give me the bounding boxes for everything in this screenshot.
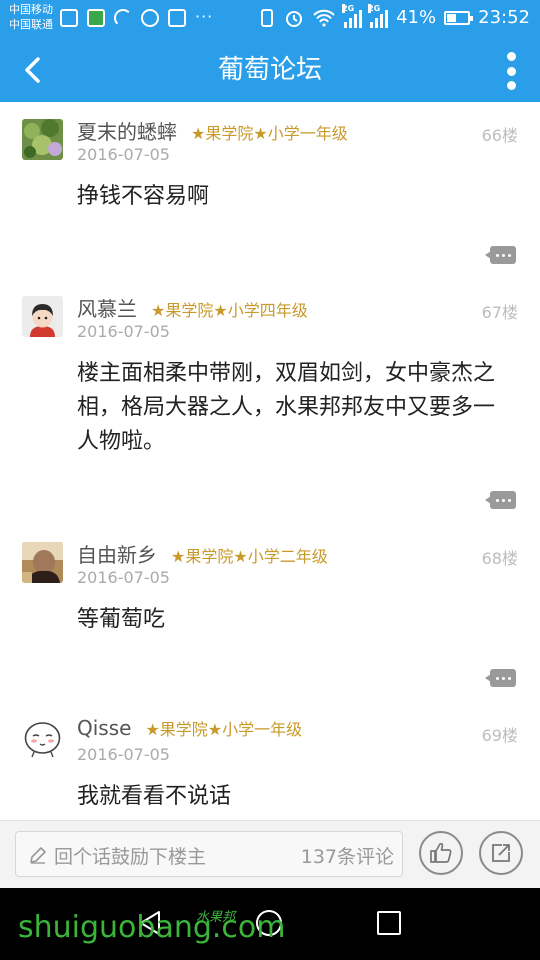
vibrate-icon — [261, 8, 274, 27]
avatar[interactable] — [22, 542, 63, 583]
nav-recents-icon[interactable] — [377, 911, 401, 935]
battery-percent: 41% — [396, 7, 437, 28]
comment-content: 我就看看不说话 — [77, 784, 232, 809]
search-icon — [141, 9, 159, 27]
battery-icon — [444, 10, 474, 25]
floor-number: 69楼 — [481, 726, 518, 745]
chat-icon — [168, 9, 186, 27]
gallery-icon — [60, 9, 78, 27]
comment-input[interactable]: 回个话鼓励下楼主 137条评论 — [15, 831, 403, 877]
post-date: 2016-07-05 — [77, 145, 170, 164]
author-rank: ★果学院★小学一年级 — [191, 124, 348, 143]
comment-item: 夏末的蟋蟀 ★果学院★小学一年级 66楼 2016-07-05 挣钱不容易啊 — [0, 102, 540, 279]
comment-content: 楼主面相柔中带刚，双眉如剑，女中豪杰之相，格局大器之人，水果邦邦友中又要多一人物… — [77, 361, 496, 454]
reply-icon[interactable] — [485, 669, 516, 687]
post-date: 2016-07-05 — [77, 322, 170, 341]
avatar[interactable] — [22, 719, 63, 760]
post-date: 2016-07-05 — [77, 568, 170, 587]
reply-icon[interactable] — [485, 491, 516, 509]
floor-number: 68楼 — [481, 549, 518, 568]
comment-placeholder: 回个话鼓励下楼主 — [54, 846, 207, 868]
comment-content: 挣钱不容易啊 — [77, 184, 210, 209]
battery-fill — [447, 13, 457, 22]
author-rank: ★果学院★小学四年级 — [151, 301, 308, 320]
share-button[interactable] — [479, 831, 523, 875]
comment-content: 等葡萄吃 — [77, 607, 166, 632]
author-row: 夏末的蟋蟀 ★果学院★小学一年级 — [77, 116, 348, 145]
app-notification-icon — [87, 9, 105, 27]
more-options-icon[interactable] — [506, 52, 516, 90]
comment-bar: 回个话鼓励下楼主 137条评论 — [0, 820, 540, 889]
notification-icons: ··· — [60, 9, 213, 27]
share-icon — [492, 844, 510, 862]
author-rank: ★果学院★小学二年级 — [171, 547, 328, 566]
comment-item: 自由新乡 ★果学院★小学二年级 68楼 2016-07-05 等葡萄吃 — [0, 525, 540, 702]
avatar[interactable] — [22, 296, 63, 337]
comment-item: Qisse ★果学院★小学一年级 69楼 2016-07-05 我就看看不说话 — [0, 702, 540, 820]
author-row: 风慕兰 ★果学院★小学四年级 — [77, 293, 308, 322]
network-type-1: 2G — [342, 3, 355, 13]
floor-number: 67楼 — [481, 303, 518, 322]
author-rank: ★果学院★小学一年级 — [145, 720, 303, 739]
author-name[interactable]: 风慕兰 — [77, 293, 137, 322]
watermark-chinese: 水果邦 — [196, 910, 236, 925]
system-nav-bar: shuiguobang.com 水果邦 — [0, 888, 540, 960]
app-bar: 葡萄论坛 — [0, 38, 540, 102]
avatar[interactable] — [22, 119, 63, 160]
system-status: 2G 2G 41% 23:52 — [258, 3, 530, 28]
watermark: shuiguobang.com — [18, 910, 286, 945]
like-button[interactable] — [419, 831, 463, 875]
author-name[interactable]: 夏末的蟋蟀 — [77, 116, 177, 145]
author-row: 自由新乡 ★果学院★小学二年级 — [77, 539, 328, 568]
signal-icon-2: 2G — [368, 3, 389, 28]
network-type-2: 2G — [368, 3, 381, 13]
carrier-info: 中国移动 中国联通 — [9, 2, 53, 32]
alarm-icon — [286, 10, 303, 27]
thumbs-up-icon — [430, 842, 452, 863]
carrier-1: 中国移动 — [9, 3, 53, 16]
pencil-icon — [30, 847, 46, 864]
comment-count[interactable]: 137条评论 — [301, 842, 394, 869]
reply-icon[interactable] — [485, 246, 516, 264]
comment-item: 风慕兰 ★果学院★小学四年级 67楼 2016-07-05 楼主面相柔中带刚，双… — [0, 279, 540, 525]
author-name[interactable]: 自由新乡 — [77, 539, 157, 568]
author-name[interactable]: Qisse — [77, 716, 131, 740]
floor-number: 66楼 — [481, 126, 518, 145]
moon-icon — [114, 9, 132, 27]
page-title: 葡萄论坛 — [217, 55, 322, 85]
signal-icon-1: 2G — [342, 3, 363, 28]
comment-list[interactable]: 夏末的蟋蟀 ★果学院★小学一年级 66楼 2016-07-05 挣钱不容易啊 风… — [0, 102, 540, 820]
clock: 23:52 — [478, 7, 530, 28]
carrier-2: 中国联通 — [9, 18, 53, 31]
more-notifications-icon: ··· — [195, 7, 214, 26]
post-date: 2016-07-05 — [77, 745, 170, 764]
wifi-icon — [313, 9, 335, 27]
status-bar: 中国移动 中国联通 ··· 2G 2G 41% 23:52 — [0, 0, 540, 38]
author-row: Qisse ★果学院★小学一年级 — [77, 716, 302, 740]
